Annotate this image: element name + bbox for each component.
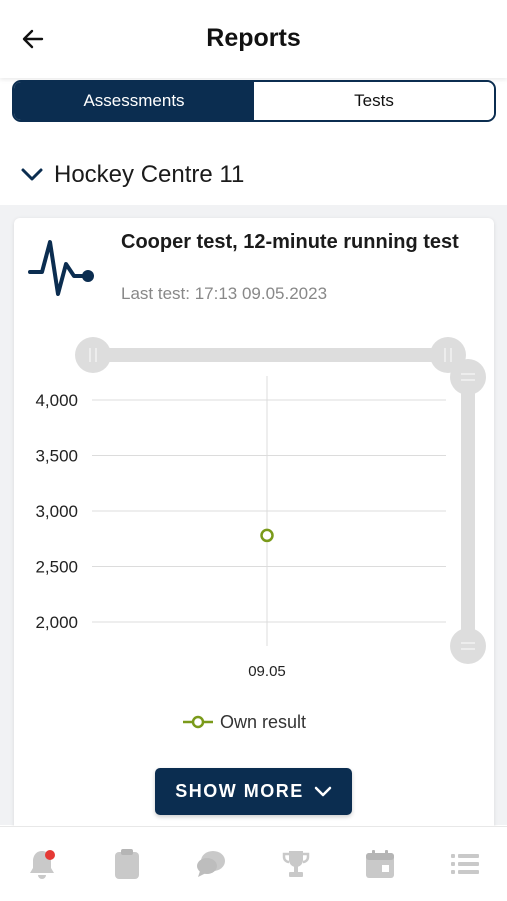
last-test-date: Last test: 17:13 09.05.2023 bbox=[121, 284, 328, 303]
legend-marker bbox=[183, 715, 213, 729]
page-title: Reports bbox=[206, 24, 301, 52]
vertical-slider-track bbox=[461, 370, 475, 646]
tab-tests[interactable]: Tests bbox=[254, 82, 494, 120]
nav-menu[interactable] bbox=[435, 834, 495, 894]
chat-icon bbox=[197, 851, 226, 877]
show-more-button[interactable]: SHOW MORE bbox=[155, 768, 352, 815]
x-tick-label: 09.05 bbox=[248, 663, 286, 680]
clipboard-icon bbox=[114, 849, 139, 879]
nav-clipboard[interactable] bbox=[97, 834, 157, 894]
nav-trophy[interactable] bbox=[266, 834, 326, 894]
y-tick-label: 3,500 bbox=[35, 447, 78, 466]
vertical-slider-bottom-handle[interactable] bbox=[450, 628, 486, 664]
nav-chat[interactable] bbox=[181, 834, 241, 894]
bottom-nav bbox=[0, 826, 507, 901]
vertical-slider-top-handle[interactable] bbox=[450, 359, 486, 395]
legend-label: Own result bbox=[220, 711, 307, 732]
calendar-icon bbox=[366, 850, 395, 878]
report-type-switch: Assessments Tests bbox=[12, 80, 496, 122]
list-icon bbox=[450, 854, 479, 874]
trophy-icon bbox=[282, 851, 309, 877]
y-tick-label: 4,000 bbox=[35, 391, 78, 410]
app-header: Reports bbox=[0, 0, 507, 78]
chevron-down-icon bbox=[21, 168, 43, 181]
y-tick-label: 2,500 bbox=[35, 558, 78, 577]
nav-calendar[interactable] bbox=[350, 834, 410, 894]
tab-assessments[interactable]: Assessments bbox=[14, 82, 254, 120]
y-tick-label: 2,000 bbox=[35, 613, 78, 632]
range-slider-track bbox=[80, 348, 446, 362]
chart-legend[interactable]: Own result bbox=[182, 708, 306, 736]
y-tick-label: 3,000 bbox=[35, 502, 78, 521]
range-slider-start-handle[interactable] bbox=[75, 337, 111, 373]
results-chart: 4,000 3,500 3,000 2,500 2,000 09.05 bbox=[35, 337, 486, 680]
chevron-down-icon bbox=[314, 786, 332, 798]
nav-notifications[interactable] bbox=[12, 834, 72, 894]
group-label: Hockey Centre 11 bbox=[54, 161, 245, 188]
test-name: Cooper test, 12-minute running test bbox=[121, 231, 459, 253]
show-more-label: SHOW MORE bbox=[175, 781, 304, 801]
group-toggle[interactable]: Hockey Centre 11 bbox=[20, 158, 244, 192]
data-point bbox=[260, 528, 274, 543]
heartbeat-icon bbox=[28, 234, 96, 303]
